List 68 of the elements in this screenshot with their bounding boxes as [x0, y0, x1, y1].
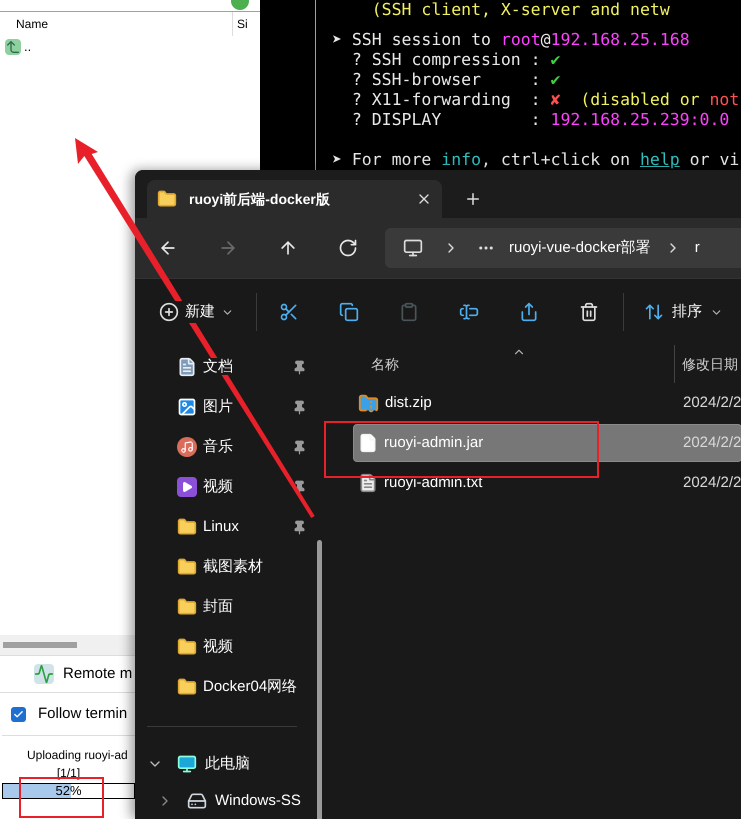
column-header[interactable]: 修改日期: [674, 345, 738, 383]
plus-circle-icon: [159, 302, 179, 322]
tree-item[interactable]: 此电脑: [135, 746, 317, 782]
file-icon: [358, 433, 378, 453]
music-note-icon: [177, 437, 197, 457]
folder-icon: [177, 597, 197, 617]
horizontal-scrollbar[interactable]: [0, 635, 135, 655]
terminal-line: ? SSH-browser : ✔: [350, 70, 562, 90]
pin-icon[interactable]: [292, 520, 307, 534]
sidebar-item[interactable]: 文档: [135, 347, 317, 387]
new-tab-icon[interactable]: [464, 190, 482, 208]
terminal-line: ? SSH compression : ✔: [350, 50, 562, 70]
sidebar-item[interactable]: 视频: [135, 627, 317, 667]
archive-icon: [358, 392, 379, 414]
sort-arrows-icon: [644, 302, 664, 322]
sidebar-item[interactable]: 截图素材: [135, 547, 317, 587]
computer-icon: [177, 754, 197, 774]
sidebar-item[interactable]: Docker04网络: [135, 667, 317, 707]
file-name: ruoyi-admin.jar: [384, 432, 484, 453]
explorer-tab[interactable]: ruoyi前后端-docker版: [147, 180, 442, 218]
address-segment[interactable]: r: [694, 236, 700, 260]
monitor-icon: [34, 664, 54, 684]
sidebar-item[interactable]: Linux: [135, 507, 317, 547]
file-row[interactable]: ruoyi-admin.txt 2024/2/2: [353, 464, 741, 502]
modified-date: 2024/2/2: [682, 392, 741, 413]
computer-icon: [403, 238, 423, 258]
column-header[interactable]: 名称: [330, 354, 674, 374]
folder-icon: [157, 189, 177, 209]
drive-icon: [187, 790, 207, 811]
scrollbar-thumb[interactable]: [3, 642, 77, 648]
remote-monitoring-label[interactable]: Remote m: [63, 662, 132, 686]
folder-icon: [177, 517, 197, 537]
upload-status: Uploading ruoyi-ad: [26, 747, 129, 764]
file-row[interactable]: ruoyi-admin.jar 2024/2/2: [353, 424, 741, 462]
parent-folder-icon: [5, 39, 21, 55]
document-icon: [177, 357, 197, 377]
column-header[interactable]: Name: [0, 15, 232, 33]
tree-item[interactable]: Windows-SS: [135, 782, 317, 819]
terminal-line: (SSH client, X-server and netw: [370, 0, 671, 20]
terminal-line: ➤ SSH session to root@192.168.25.168: [332, 30, 691, 50]
address-segment[interactable]: ruoyi-vue-docker部署: [509, 236, 651, 260]
file-row[interactable]: dist.zip 2024/2/2: [353, 384, 741, 422]
sidebar-item[interactable]: 封面: [135, 587, 317, 627]
modified-date: 2024/2/2: [682, 432, 741, 453]
pin-icon[interactable]: [292, 400, 307, 414]
file-name: dist.zip: [385, 392, 432, 413]
terminal-line: ? X11-forwarding : ✘ (disabled or not: [350, 90, 740, 110]
folder-icon: [177, 677, 197, 697]
checkbox[interactable]: [11, 706, 26, 722]
tab-title: ruoyi前后端-docker版: [189, 190, 331, 209]
follow-terminal-label: Follow termin: [38, 704, 128, 724]
folder-icon: [177, 557, 197, 577]
scrollbar-thumb[interactable]: [317, 540, 322, 819]
progress-percent: 52%: [55, 782, 82, 800]
sort-button[interactable]: 排序: [644, 300, 723, 324]
folder-icon: [177, 637, 197, 657]
terminal-line: ➤ For more info, ctrl+click on help or vi: [332, 150, 740, 170]
modified-date: 2024/2/2: [682, 472, 741, 493]
address-bar[interactable]: ruoyi-vue-docker部署 r: [385, 228, 741, 268]
new-button[interactable]: 新建: [159, 300, 234, 324]
picture-icon: [177, 397, 197, 417]
video-icon: [177, 477, 197, 497]
pin-icon[interactable]: [292, 360, 307, 374]
file-row[interactable]: ..: [0, 36, 260, 58]
pin-icon[interactable]: [292, 440, 307, 454]
check-icon: [13, 708, 24, 720]
file-name: ruoyi-admin.txt: [384, 472, 482, 493]
terminal-line: ? DISPLAY : 192.168.25.239:0.0: [350, 110, 730, 130]
